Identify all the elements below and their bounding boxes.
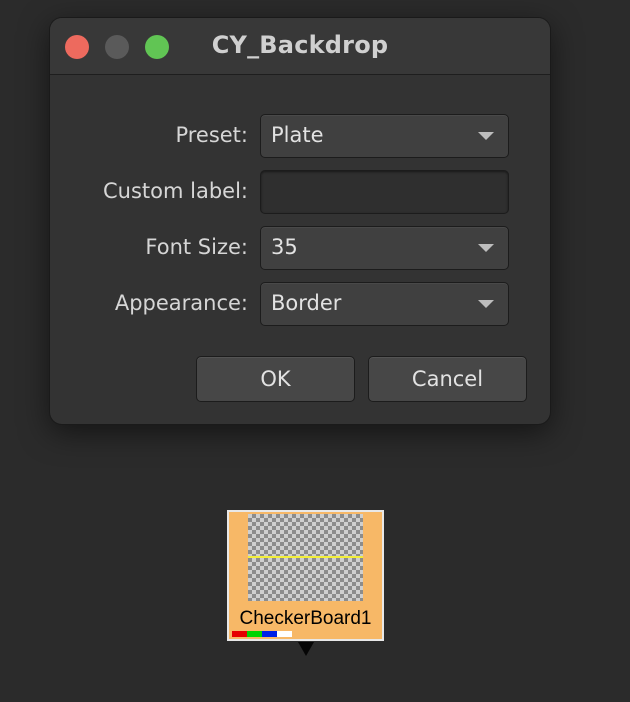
node-output-arrow-icon[interactable]: [298, 642, 314, 656]
appearance-dropdown[interactable]: Border: [260, 282, 509, 326]
preset-dropdown[interactable]: Plate: [260, 114, 509, 158]
alpha-channel-swatch: [277, 631, 292, 637]
cancel-button[interactable]: Cancel: [368, 356, 527, 402]
chevron-down-icon: [478, 300, 494, 308]
font-size-label: Font Size:: [145, 235, 248, 259]
channel-indicators: [232, 631, 292, 637]
checkerboard-node[interactable]: CheckerBoard1: [227, 510, 384, 641]
appearance-label: Appearance:: [114, 291, 248, 315]
custom-label-input[interactable]: [260, 170, 509, 214]
font-size-dropdown[interactable]: 35: [260, 226, 509, 270]
font-size-value: 35: [271, 235, 298, 259]
green-channel-swatch: [247, 631, 262, 637]
node-thumbnail: [248, 514, 363, 601]
dialog-title: CY_Backdrop: [211, 31, 389, 59]
custom-label-row: Custom label:: [50, 170, 550, 214]
preset-value: Plate: [271, 123, 324, 147]
appearance-value: Border: [271, 291, 342, 315]
ok-button[interactable]: OK: [196, 356, 355, 402]
backdrop-dialog: CY_Backdrop Preset: Plate Custom label: …: [50, 18, 550, 424]
red-channel-swatch: [232, 631, 247, 637]
node-name: CheckerBoard1: [239, 608, 372, 629]
preset-label: Preset:: [175, 123, 248, 147]
chevron-down-icon: [478, 244, 494, 252]
blue-channel-swatch: [262, 631, 277, 637]
chevron-down-icon: [478, 132, 494, 140]
thumbnail-scanline: [248, 556, 363, 558]
custom-label-label: Custom label:: [103, 179, 248, 203]
title-bar[interactable]: CY_Backdrop: [50, 18, 550, 75]
font-size-row: Font Size: 35: [50, 226, 550, 270]
appearance-row: Appearance: Border: [50, 282, 550, 326]
preset-row: Preset: Plate: [50, 114, 550, 158]
